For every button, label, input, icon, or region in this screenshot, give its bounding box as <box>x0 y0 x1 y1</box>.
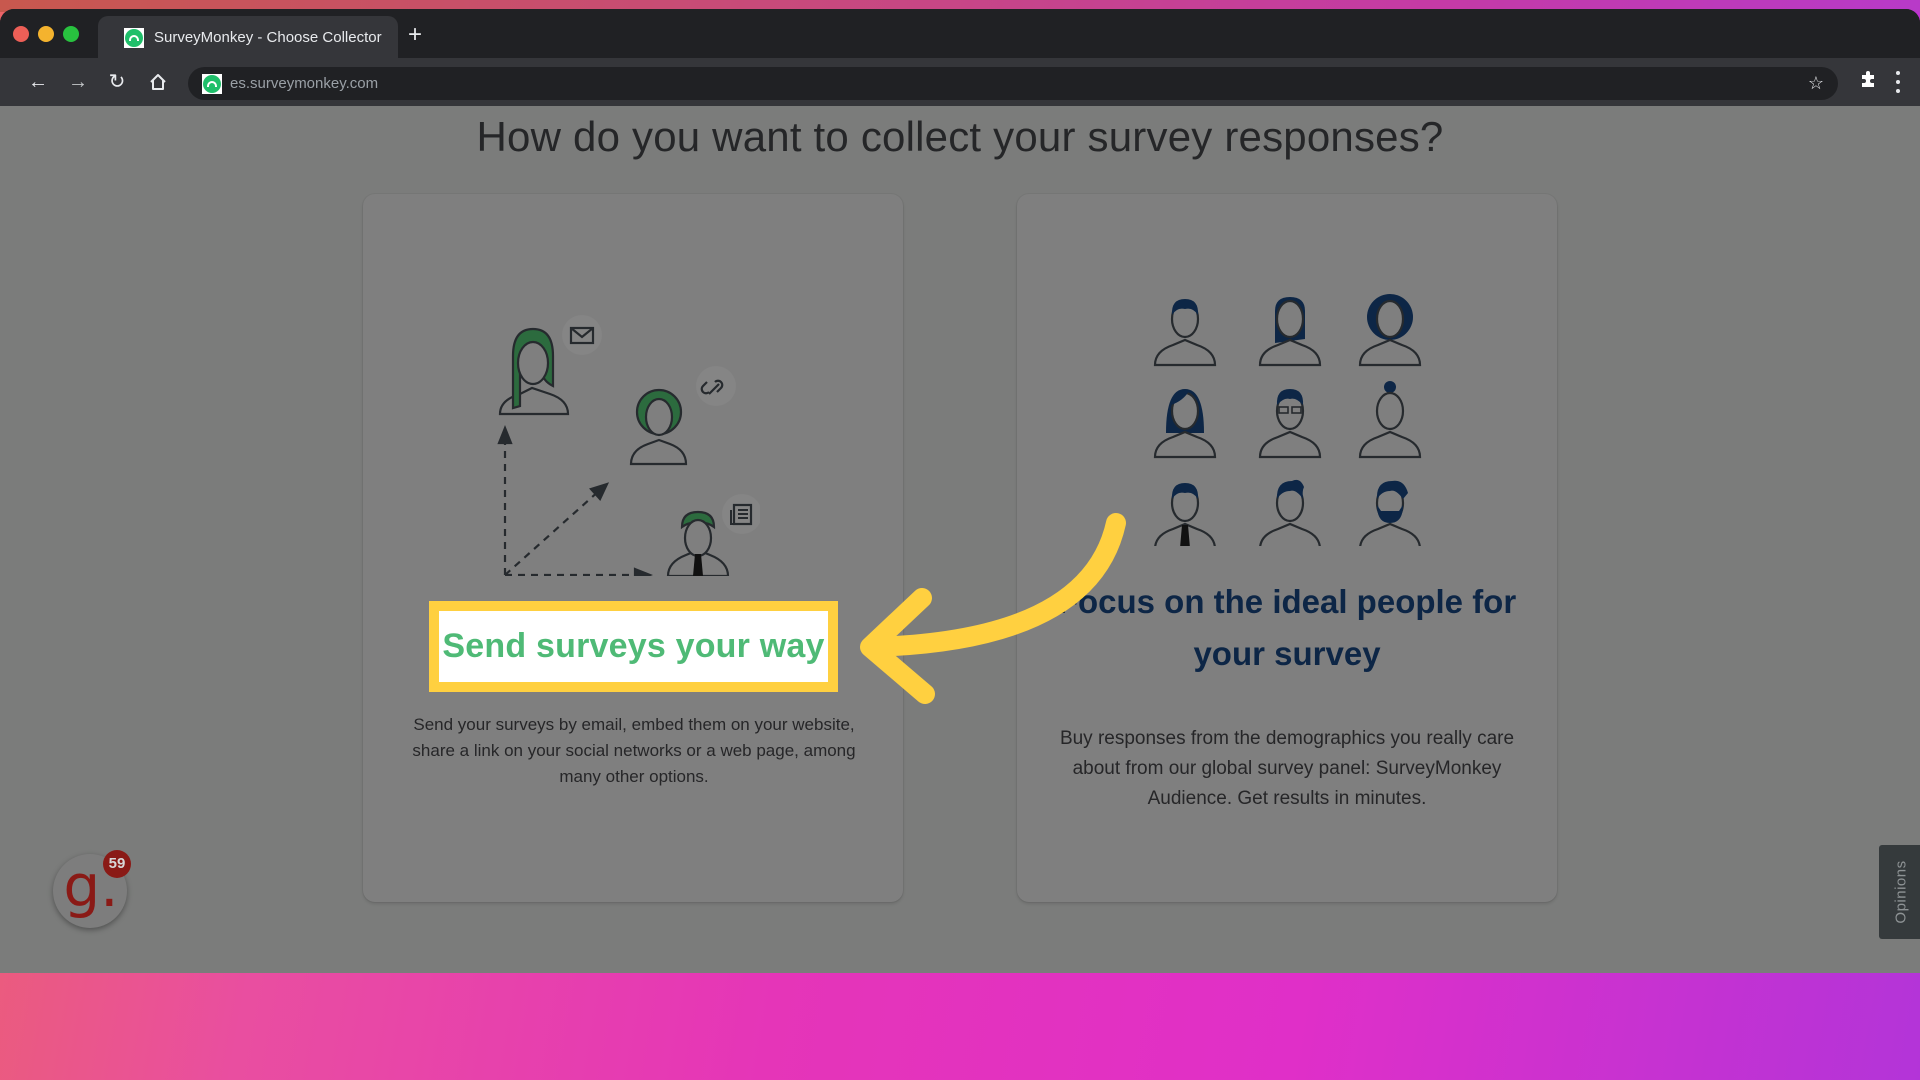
extensions-puzzle-icon[interactable] <box>1858 69 1878 96</box>
person-icon-7-tie <box>1153 483 1217 546</box>
person-icon-4 <box>1153 389 1217 459</box>
audience-description: Buy responses from the demographics you … <box>1059 728 1515 809</box>
tab-strip: SurveyMonkey - Choose Collector + <box>0 9 1920 58</box>
audience-people-grid-illustration <box>1153 294 1422 546</box>
opinions-label: Opinions <box>1892 860 1910 924</box>
new-tab-button[interactable]: + <box>408 23 422 47</box>
man-tie-icon <box>666 510 730 576</box>
notification-count-badge: 59 <box>103 850 131 878</box>
back-arrow-icon[interactable]: ← <box>24 68 52 96</box>
url-text: es.surveymonkey.com <box>230 75 379 92</box>
newspaper-icon <box>722 494 760 534</box>
home-icon[interactable] <box>144 68 172 96</box>
browser-menu-icon[interactable] <box>1896 71 1900 93</box>
browser-tab-active[interactable]: SurveyMonkey - Choose Collector <box>98 16 398 58</box>
page-content: How do you want to collect your survey r… <box>0 106 1920 973</box>
page-title: How do you want to collect your survey r… <box>476 113 1444 160</box>
woman-curly-hair-icon <box>629 388 688 466</box>
tab-title: SurveyMonkey - Choose Collector <box>154 29 382 46</box>
annotation-arrow <box>860 513 1126 704</box>
surveymonkey-favicon-icon <box>124 28 144 48</box>
send-surveys-description: Send your surveys by email, embed them o… <box>412 715 856 786</box>
browser-toolbar: ← → ↻ es.surveymonkey.com ☆ <box>0 58 1920 106</box>
forward-arrow-icon[interactable]: → <box>64 68 92 96</box>
person-icon-5-glasses <box>1258 389 1322 459</box>
person-icon-8-quiff <box>1258 479 1322 546</box>
maximize-window-button[interactable] <box>63 26 79 42</box>
person-icon-1 <box>1153 299 1217 367</box>
close-window-button[interactable] <box>13 26 29 42</box>
person-icon-2 <box>1258 297 1322 367</box>
growth-arrows-diagram <box>497 425 653 576</box>
bookmark-star-icon[interactable]: ☆ <box>1808 71 1824 95</box>
site-favicon-icon <box>202 74 222 94</box>
audience-title: Focus on the ideal people for your surve… <box>1057 583 1517 672</box>
person-icon-6-bun <box>1358 381 1422 459</box>
send-surveys-illustration <box>497 315 760 576</box>
send-surveys-title-highlight[interactable]: Send surveys your way <box>429 601 838 692</box>
address-bar[interactable]: es.surveymonkey.com ☆ <box>188 67 1838 100</box>
opinions-feedback-tab[interactable]: Opinions <box>1879 845 1920 939</box>
reload-icon[interactable]: ↻ <box>103 68 131 96</box>
woman-long-hair-icon <box>498 327 570 416</box>
email-icon <box>562 315 602 355</box>
person-icon-9-beard <box>1358 480 1422 546</box>
link-icon <box>696 366 736 406</box>
minimize-window-button[interactable] <box>38 26 54 42</box>
browser-window: SurveyMonkey - Choose Collector + ← → ↻ … <box>0 9 1920 973</box>
send-surveys-title: Send surveys your way <box>442 627 825 665</box>
person-icon-3 <box>1358 294 1422 367</box>
